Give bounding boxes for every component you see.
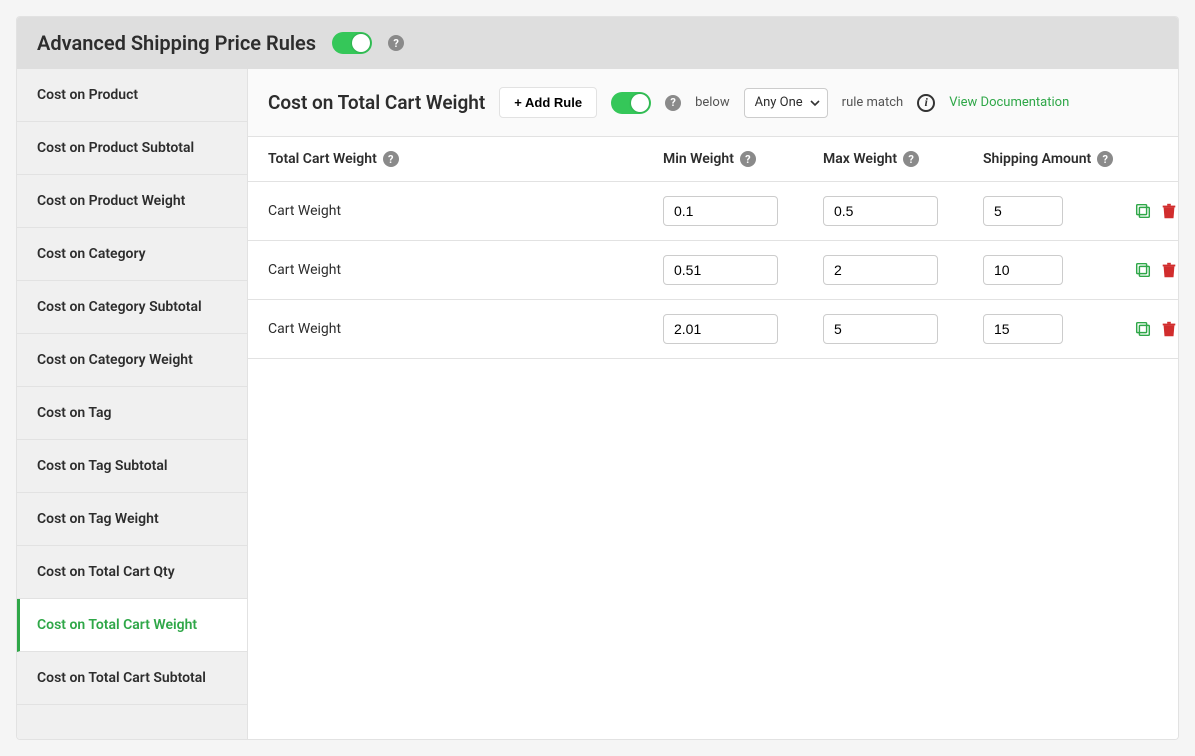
sidebar-item[interactable]: Cost on Category Weight [17,334,247,387]
header-title: Advanced Shipping Price Rules [37,31,316,55]
copy-icon[interactable] [1133,260,1153,280]
match-select-value: Any One [755,95,803,110]
col-header-max: Max Weight [823,151,897,167]
below-label: below [695,95,730,110]
table-row: Cart Weight [248,300,1179,359]
sidebar: Cost on Product Cost on Product Subtotal C… [17,69,248,739]
max-weight-input[interactable] [823,255,938,285]
view-documentation-link[interactable]: View Documentation [949,95,1069,110]
shipping-amount-input[interactable] [983,196,1063,226]
trash-icon[interactable] [1159,319,1179,339]
sidebar-item[interactable]: Cost on Category [17,228,247,281]
col-header-amount: Shipping Amount [983,151,1091,167]
sidebar-item[interactable]: Cost on Product Subtotal [17,122,247,175]
col-header-min: Min Weight [663,151,734,167]
sidebar-item[interactable]: Cost on Tag Weight [17,493,247,546]
shipping-amount-input[interactable] [983,314,1063,344]
col-header-label: Total Cart Weight [268,151,377,167]
sidebar-item[interactable]: Cost on Product [17,69,247,122]
shipping-amount-input[interactable] [983,255,1063,285]
row-label: Cart Weight [268,203,341,219]
copy-icon[interactable] [1133,319,1153,339]
sidebar-item[interactable]: Cost on Total Cart Subtotal [17,652,247,705]
sidebar-item[interactable]: Cost on Total Cart Weight [17,599,247,652]
chevron-down-icon [809,97,821,109]
rules-toggle[interactable] [611,92,651,114]
sidebar-item-label: Cost on Total Cart Qty [37,564,175,580]
sidebar-item[interactable]: Cost on Tag Subtotal [17,440,247,493]
sidebar-item-label: Cost on Tag Weight [37,511,159,527]
max-weight-input[interactable] [823,314,938,344]
help-icon[interactable]: ? [665,95,681,111]
help-icon[interactable]: ? [383,151,399,167]
sidebar-item-label: Cost on Product [37,87,138,103]
rule-match-label: rule match [842,95,904,110]
sidebar-item-label: Cost on Category [37,246,146,262]
add-rule-button[interactable]: + Add Rule [499,87,597,118]
toolbar: Cost on Total Cart Weight + Add Rule ? b… [248,69,1179,137]
table-header: Total Cart Weight ? Min Weight ? Max Wei… [248,137,1179,182]
header-bar: Advanced Shipping Price Rules ? [17,17,1178,69]
help-icon[interactable]: ? [388,35,404,51]
sidebar-item-label: Cost on Total Cart Weight [37,617,197,633]
sidebar-item-label: Cost on Category Weight [37,352,193,368]
sidebar-item-label: Cost on Product Weight [37,193,185,209]
min-weight-input[interactable] [663,255,778,285]
sidebar-item-label: Cost on Product Subtotal [37,140,194,156]
sidebar-item[interactable]: Cost on Total Cart Qty [17,546,247,599]
min-weight-input[interactable] [663,196,778,226]
main-content: Cost on Total Cart Weight + Add Rule ? b… [248,69,1179,739]
trash-icon[interactable] [1159,201,1179,221]
trash-icon[interactable] [1159,260,1179,280]
table-row: Cart Weight [248,241,1179,300]
sidebar-item-label: Cost on Tag Subtotal [37,458,167,474]
sidebar-item[interactable]: Cost on Tag [17,387,247,440]
min-weight-input[interactable] [663,314,778,344]
sidebar-item-label: Cost on Category Subtotal [37,299,202,315]
header-toggle[interactable] [332,32,372,54]
row-label: Cart Weight [268,262,341,278]
table-row: Cart Weight [248,182,1179,241]
help-icon[interactable]: ? [740,151,756,167]
sidebar-item[interactable]: Cost on Category Subtotal [17,281,247,334]
toolbar-title: Cost on Total Cart Weight [268,91,485,114]
row-label: Cart Weight [268,321,341,337]
sidebar-item-label: Cost on Tag [37,405,111,421]
match-select[interactable]: Any One [744,88,828,118]
info-icon[interactable]: i [917,94,935,112]
sidebar-item[interactable]: Cost on Product Weight [17,175,247,228]
max-weight-input[interactable] [823,196,938,226]
help-icon[interactable]: ? [903,151,919,167]
help-icon[interactable]: ? [1097,151,1113,167]
copy-icon[interactable] [1133,201,1153,221]
sidebar-item-label: Cost on Total Cart Subtotal [37,670,206,686]
